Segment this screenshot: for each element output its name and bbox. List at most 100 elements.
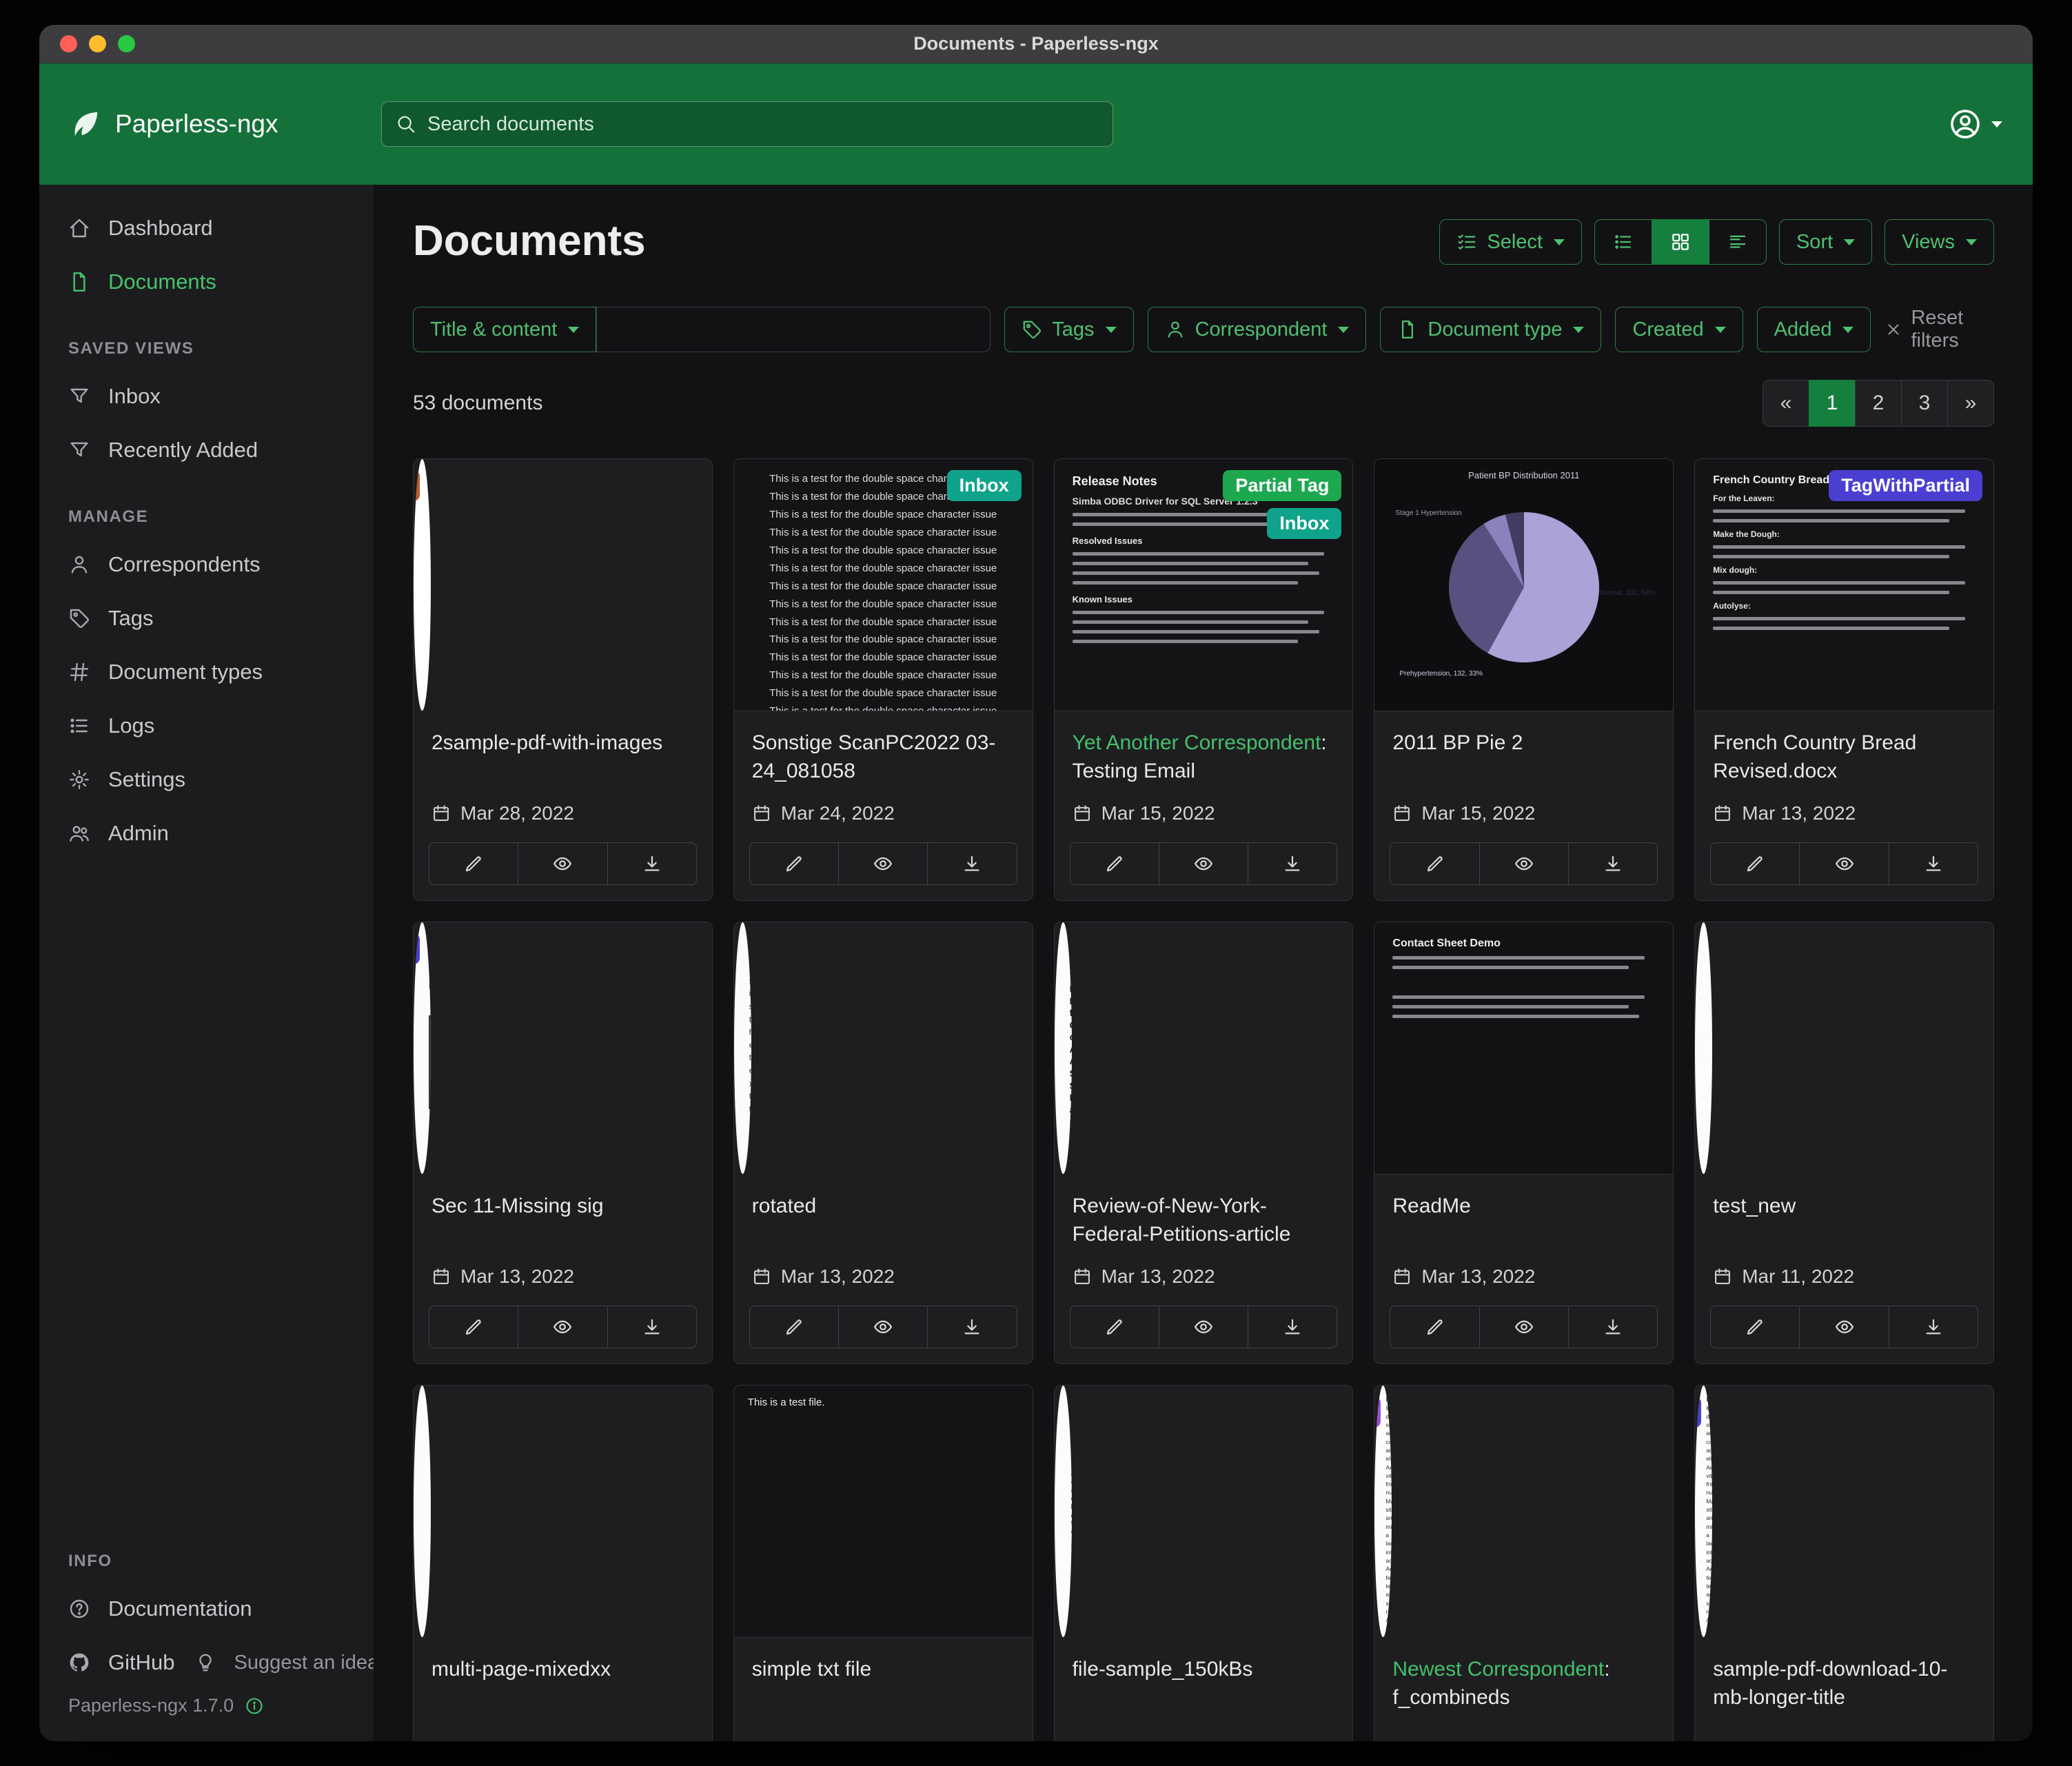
pagination-page-1[interactable]: 1 xyxy=(1809,380,1856,427)
document-thumbnail[interactable]: Adobe Acrobat PDF Files xyxy=(1695,922,1712,1175)
card-title[interactable]: French Country Bread Revised.docx xyxy=(1713,729,1975,786)
sidebar-item-recently-added[interactable]: Recently Added xyxy=(39,423,374,477)
tag-badge-tagwithpartial[interactable]: TagWithPartial xyxy=(414,933,420,964)
sidebar-item-documentation[interactable]: Documentation xyxy=(39,1582,374,1636)
edit-document-button[interactable] xyxy=(1070,1306,1159,1348)
card-title[interactable]: Yet Another Correspondent: Testing Email xyxy=(1073,729,1335,786)
pagination-page-2[interactable]: 2 xyxy=(1855,380,1902,427)
download-document-button[interactable] xyxy=(607,842,697,885)
sidebar-item-correspondents[interactable]: Correspondents xyxy=(39,538,374,591)
document-card[interactable]: French Country BreadFor the Leaven:Make … xyxy=(1694,458,1994,901)
card-title[interactable]: simple txt file xyxy=(752,1656,1015,1712)
search-input[interactable] xyxy=(427,113,1099,136)
sidebar-item-document-types[interactable]: Document types xyxy=(39,645,374,699)
document-thumbnail[interactable]: Contact Sheet Demo xyxy=(1374,922,1673,1175)
card-title[interactable]: ReadMe xyxy=(1392,1192,1655,1249)
edit-document-button[interactable] xyxy=(749,1306,839,1348)
document-thumbnail[interactable]: Review of New York Federal Petitions for… xyxy=(1055,922,1072,1175)
card-title[interactable]: 2011 BP Pie 2 xyxy=(1392,729,1655,786)
sidebar-item-inbox[interactable]: Inbox xyxy=(39,369,374,423)
tag-badge-newone[interactable]: NewOne xyxy=(1374,1397,1381,1428)
pagination-page-3[interactable]: 3 xyxy=(1901,380,1948,427)
views-button[interactable]: Views xyxy=(1885,219,1994,265)
card-title[interactable]: Newest Correspondent: f_combineds xyxy=(1392,1656,1655,1712)
close-button[interactable] xyxy=(60,35,77,52)
card-title[interactable]: Sec 11-Missing sig xyxy=(431,1192,694,1249)
view-document-button[interactable] xyxy=(838,1306,928,1348)
document-card[interactable]: This is a test for the double space char… xyxy=(733,458,1033,901)
document-thumbnail[interactable]: Patient BP Distribution 2011 Stage 1 Hyp… xyxy=(1374,459,1673,711)
select-button[interactable]: Select xyxy=(1439,219,1582,265)
filter-correspondent-button[interactable]: Correspondent xyxy=(1148,307,1367,352)
document-thumbnail[interactable]: This is the text that appears on the fir… xyxy=(734,922,751,1175)
card-correspondent-link[interactable]: Newest Correspondent xyxy=(1392,1658,1604,1681)
view-document-button[interactable] xyxy=(1799,1306,1889,1348)
view-document-button[interactable] xyxy=(1159,842,1248,885)
title-content-dropdown[interactable]: Title & content xyxy=(413,307,596,352)
view-document-button[interactable] xyxy=(838,842,928,885)
download-document-button[interactable] xyxy=(1248,1306,1337,1348)
card-title[interactable]: sample-pdf-download-10-mb-longer-title xyxy=(1713,1656,1975,1712)
download-document-button[interactable] xyxy=(1248,842,1337,885)
view-document-button[interactable] xyxy=(518,842,607,885)
download-document-button[interactable] xyxy=(927,1306,1017,1348)
card-title[interactable]: Review-of-New-York-Federal-Petitions-art… xyxy=(1073,1192,1335,1249)
document-card[interactable]: Release NotesSimba ODBC Driver for SQL S… xyxy=(1054,458,1354,901)
filter-added-button[interactable]: Added xyxy=(1757,307,1871,352)
document-thumbnail[interactable]: Another Sample Tag xyxy=(414,459,431,711)
document-card[interactable]: Lorem ipsum dolor sit amet, consectetur … xyxy=(1374,1385,1674,1741)
sidebar-item-admin[interactable]: Admin xyxy=(39,806,374,860)
download-document-button[interactable] xyxy=(1568,842,1658,885)
download-document-button[interactable] xyxy=(607,1306,697,1348)
document-thumbnail[interactable]: Lorem ipsum dolor sit amet, consectetur … xyxy=(1374,1386,1392,1638)
download-document-button[interactable] xyxy=(1889,842,1978,885)
document-thumbnail[interactable]: Lorem ipsum Lorem ipsum dolor sit amet, … xyxy=(1055,1386,1072,1638)
document-card[interactable]: Lorem ipsum Lorem ipsum dolor sit amet, … xyxy=(1054,1385,1354,1741)
sidebar-item-settings[interactable]: Settings xyxy=(39,753,374,806)
document-thumbnail[interactable]: Release NotesSimba ODBC Driver for SQL S… xyxy=(1055,459,1353,711)
edit-document-button[interactable] xyxy=(1710,1306,1800,1348)
view-document-button[interactable] xyxy=(518,1306,607,1348)
document-card[interactable]: This is a multi page document. Page 1. m… xyxy=(413,1385,713,1741)
view-document-button[interactable] xyxy=(1479,1306,1569,1348)
filter-tags-button[interactable]: Tags xyxy=(1004,307,1133,352)
reset-filters-button[interactable]: Reset filters xyxy=(1885,307,1994,352)
global-search[interactable] xyxy=(381,101,1113,147)
card-title[interactable]: test_new xyxy=(1713,1192,1975,1249)
zoom-button[interactable] xyxy=(118,35,135,52)
document-card[interactable]: Adobe Acrobat PDF Files test_new Mar 11,… xyxy=(1694,922,1994,1364)
card-title[interactable]: rotated xyxy=(752,1192,1015,1249)
tag-badge-tagwithpartial[interactable]: TagWithPartial xyxy=(1829,470,1982,501)
document-thumbnail[interactable]: This is a multi page document. Page 1. xyxy=(414,1386,431,1638)
download-document-button[interactable] xyxy=(1889,1306,1978,1348)
view-list-button[interactable] xyxy=(1594,219,1652,265)
card-title[interactable]: 2sample-pdf-with-images xyxy=(431,729,694,786)
card-title[interactable]: multi-page-mixedxx xyxy=(431,1656,694,1712)
document-thumbnail[interactable]: Lorem ipsum dolor sit amet, consectetur … xyxy=(1695,1386,1712,1638)
sidebar-item-suggest-idea[interactable]: Suggest an idea xyxy=(184,1636,374,1689)
document-card[interactable]: 1.1. CONTINUING MEDICAL EDUCATION Attest… xyxy=(413,922,713,1364)
document-card[interactable]: Another Sample Tag 2sample-pdf-with-imag… xyxy=(413,458,713,901)
edit-document-button[interactable] xyxy=(749,842,839,885)
info-icon[interactable] xyxy=(245,1696,264,1716)
tag-badge-inbox[interactable]: Inbox xyxy=(947,470,1022,501)
tag-badge-another-sample-tag[interactable]: Another Sample Tag xyxy=(414,470,420,501)
sidebar-item-dashboard[interactable]: Dashboard xyxy=(39,201,374,255)
filter-document-type-button[interactable]: Document type xyxy=(1380,307,1601,352)
user-menu[interactable] xyxy=(1949,108,2002,141)
minimize-button[interactable] xyxy=(89,35,106,52)
view-document-button[interactable] xyxy=(1159,1306,1248,1348)
card-correspondent-link[interactable]: Yet Another Correspondent xyxy=(1073,731,1321,754)
download-document-button[interactable] xyxy=(1568,1306,1658,1348)
sidebar-item-logs[interactable]: Logs xyxy=(39,699,374,753)
document-thumbnail[interactable]: This is a test for the double space char… xyxy=(734,459,1033,711)
document-thumbnail[interactable]: French Country BreadFor the Leaven:Make … xyxy=(1695,459,1993,711)
edit-document-button[interactable] xyxy=(1710,842,1800,885)
view-document-button[interactable] xyxy=(1799,842,1889,885)
card-title[interactable]: file-sample_150kBs xyxy=(1073,1656,1335,1712)
edit-document-button[interactable] xyxy=(429,842,518,885)
view-document-button[interactable] xyxy=(1479,842,1569,885)
document-card[interactable]: Patient BP Distribution 2011 Stage 1 Hyp… xyxy=(1374,458,1674,901)
document-card[interactable]: Lorem ipsum dolor sit amet, consectetur … xyxy=(1694,1385,1994,1741)
edit-document-button[interactable] xyxy=(1070,842,1159,885)
